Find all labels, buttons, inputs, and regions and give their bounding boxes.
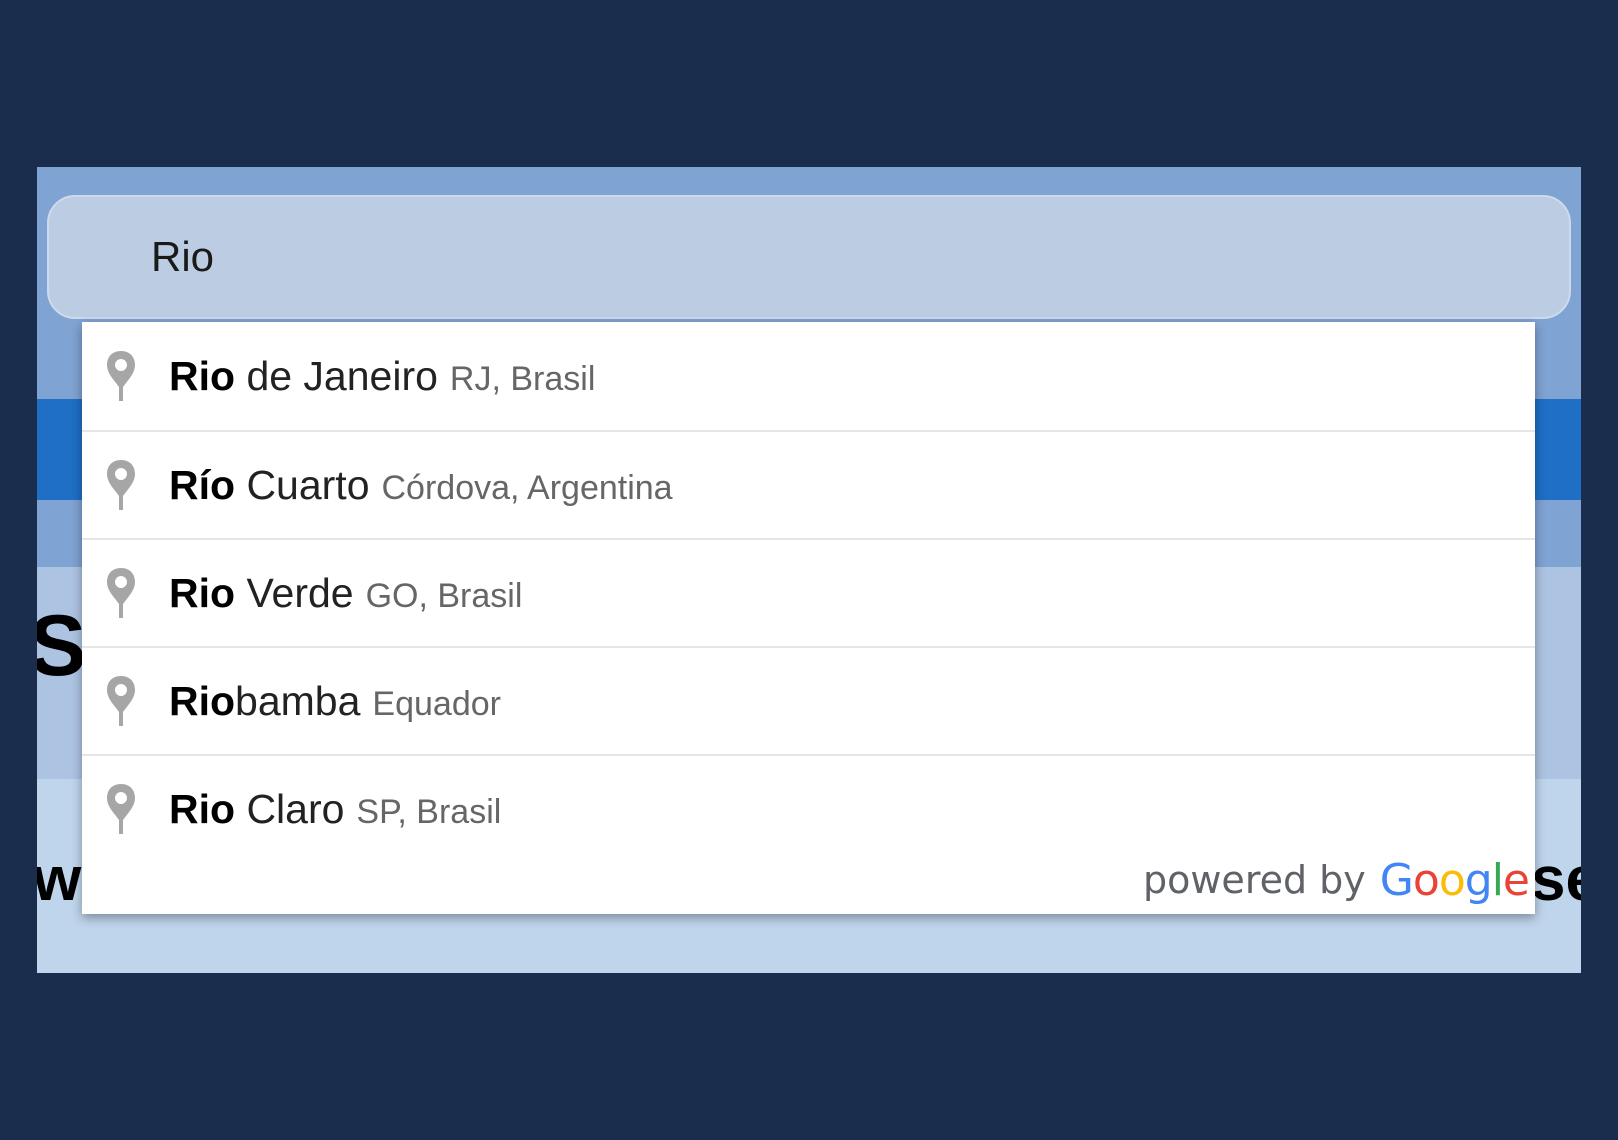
google-logo-letter: G (1379, 854, 1414, 906)
suggestion-main-rest: Verde (235, 569, 354, 616)
suggestion-item[interactable]: Rio de Janeiro RJ, Brasil (82, 322, 1535, 430)
suggestion-main-rest: Cuarto (235, 461, 370, 508)
suggestion-match: Rio (169, 569, 236, 616)
map-pin-icon (107, 676, 135, 726)
background-text-fragment-right: se (1531, 845, 1581, 914)
google-logo-letter: l (1491, 854, 1504, 906)
suggestion-text: Rio Claro SP, Brasil (169, 786, 501, 833)
suggestion-item[interactable]: Riobamba Equador (82, 646, 1535, 754)
suggestion-secondary: Córdova, Argentina (381, 468, 673, 507)
map-pin-icon (107, 351, 135, 401)
suggestion-secondary: SP, Brasil (356, 792, 502, 831)
suggestion-item[interactable]: Rio Verde GO, Brasil (82, 538, 1535, 646)
google-logo-letter: e (1502, 854, 1530, 906)
location-search-input[interactable] (47, 195, 1571, 319)
suggestion-match: Rio (169, 352, 236, 399)
powered-by-label: powered by (1142, 858, 1366, 902)
powered-by-google-attribution: powered by Google (1142, 850, 1530, 910)
suggestion-item[interactable]: Río Cuarto Córdova, Argentina (82, 430, 1535, 538)
suggestion-secondary: Equador (372, 684, 501, 723)
suggestion-secondary: GO, Brasil (365, 576, 523, 615)
map-pin-icon (107, 460, 135, 510)
suggestion-main-rest: bamba (235, 677, 361, 724)
suggestion-match: Río (169, 461, 236, 508)
suggestion-text: Riobamba Equador (169, 678, 501, 725)
google-logo-letter: g (1464, 854, 1493, 906)
suggestion-match: Rio (169, 677, 236, 724)
map-pin-icon (107, 568, 135, 618)
background-text-fragment-left: w (37, 845, 82, 914)
suggestion-text: Rio Verde GO, Brasil (169, 570, 522, 617)
suggestion-item[interactable]: Rio Claro SP, Brasil (82, 754, 1535, 862)
suggestion-main-rest: de Janeiro (235, 352, 438, 399)
suggestion-text: Río Cuarto Córdova, Argentina (169, 462, 673, 509)
suggestion-match: Rio (169, 785, 236, 832)
app-frame: St w se Rio de JaneiroRJ, Brasil Río Cua… (37, 167, 1581, 973)
suggestion-text: Rio de Janeiro RJ, Brasil (169, 353, 595, 400)
google-logo-letter: o (1438, 854, 1466, 906)
suggestion-list: Rio de Janeiro RJ, Brasil Río Cuarto Córdo… (82, 322, 1535, 862)
google-logo-letter: o (1412, 854, 1440, 906)
google-logo: Google (1379, 854, 1530, 906)
autocomplete-dropdown: Rio de Janeiro RJ, Brasil Río Cuarto Córdo… (82, 322, 1535, 914)
suggestion-secondary: RJ, Brasil (449, 359, 596, 398)
suggestion-main-rest: Claro (235, 785, 345, 832)
map-pin-icon (107, 784, 135, 834)
